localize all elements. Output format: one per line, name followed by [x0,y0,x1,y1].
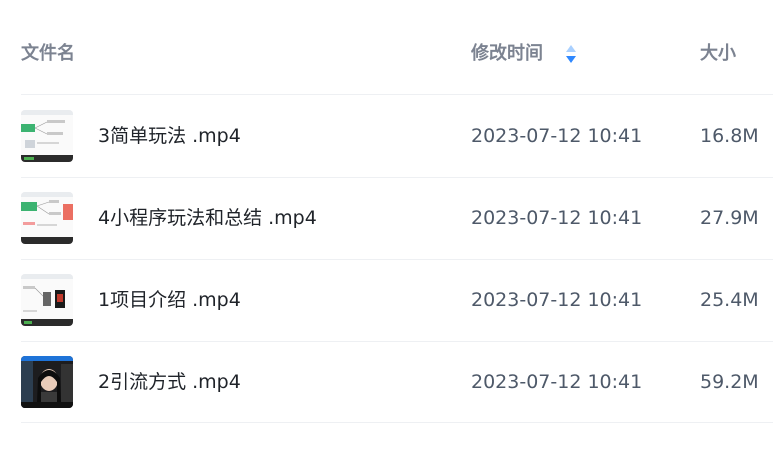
video-thumbnail [21,110,73,162]
file-modified-time: 2023-07-12 10:41 [471,125,643,147]
file-row[interactable]: 4小程序玩法和总结 .mp4 2023-07-12 10:41 27.9M [0,177,773,259]
file-name[interactable]: 1项目介绍 .mp4 [98,288,241,312]
list-header: 文件名 修改时间 大小 [0,26,773,84]
file-size: 27.9M [700,207,759,229]
row-divider [21,422,773,423]
file-size: 59.2M [700,371,759,393]
file-row[interactable]: 3简单玩法 .mp4 2023-07-12 10:41 16.8M [0,95,773,177]
column-header-name[interactable]: 文件名 [21,42,75,66]
file-row[interactable]: 1项目介绍 .mp4 2023-07-12 10:41 25.4M [0,259,773,341]
sort-icon[interactable] [565,44,577,64]
video-thumbnail [21,192,73,244]
file-name[interactable]: 4小程序玩法和总结 .mp4 [98,206,317,230]
file-row[interactable]: 2引流方式 .mp4 2023-07-12 10:41 59.2M [0,341,773,423]
video-thumbnail [21,274,73,326]
file-name[interactable]: 3简单玩法 .mp4 [98,124,241,148]
file-size: 16.8M [700,125,759,147]
video-thumbnail [21,356,73,408]
file-modified-time: 2023-07-12 10:41 [471,207,643,229]
file-list: 文件名 修改时间 大小 3简单玩法 .mp4 2023-07-12 10:41 … [0,0,773,474]
file-modified-time: 2023-07-12 10:41 [471,371,643,393]
column-header-size[interactable]: 大小 [700,42,736,66]
file-name[interactable]: 2引流方式 .mp4 [98,370,241,394]
file-modified-time: 2023-07-12 10:41 [471,289,643,311]
column-header-modified[interactable]: 修改时间 [471,42,543,66]
file-size: 25.4M [700,289,759,311]
